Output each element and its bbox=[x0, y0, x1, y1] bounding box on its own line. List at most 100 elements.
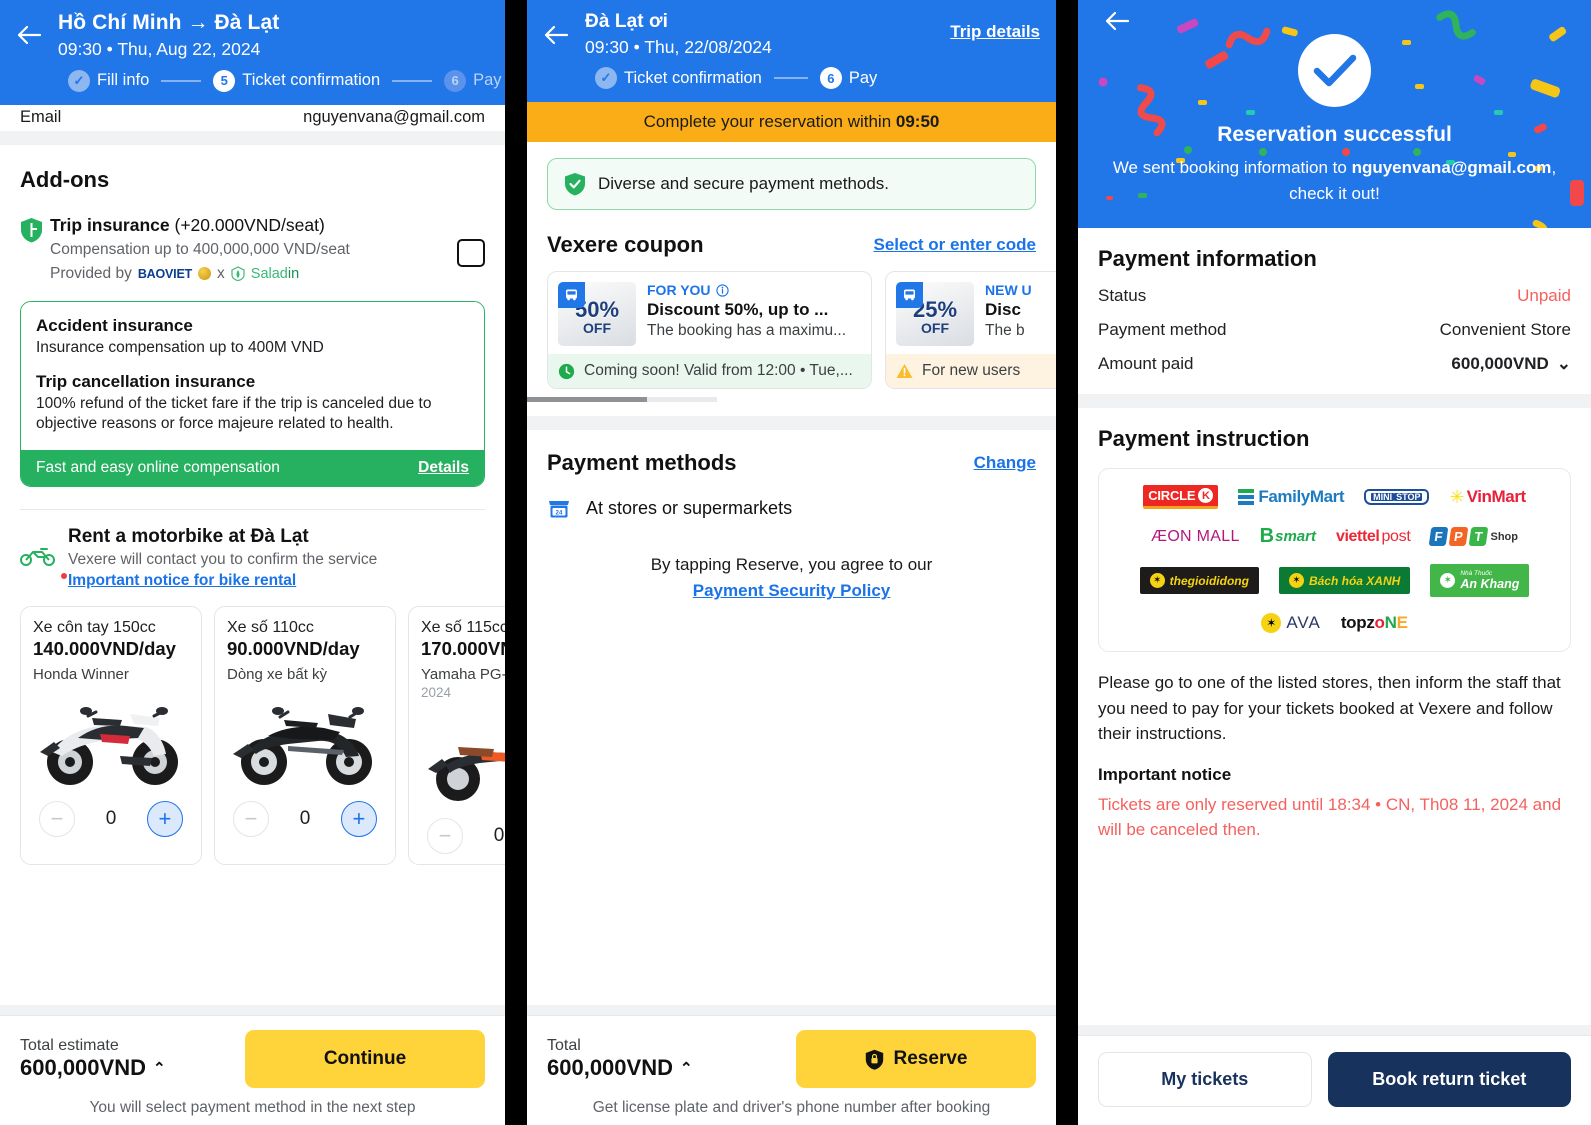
change-payment-method-link[interactable]: Change bbox=[974, 453, 1036, 473]
step-label: Ticket confirmation bbox=[242, 71, 381, 90]
an-khang-logo: ✶ Nhà Thuốc An Khang bbox=[1430, 564, 1530, 597]
back-button[interactable] bbox=[527, 10, 585, 46]
bike-quantity-stepper[interactable]: − 0 + bbox=[421, 818, 505, 855]
selected-payment-method[interactable]: 24 At stores or supermarkets bbox=[527, 496, 1056, 520]
back-button[interactable] bbox=[0, 10, 58, 46]
coupon-scrollbar[interactable] bbox=[527, 397, 717, 403]
page-title: Hồ Chí Minh → Đà Lạt bbox=[58, 11, 280, 34]
amount-paid-value[interactable]: 600,000VND ⌄ bbox=[1451, 354, 1571, 374]
reserve-button[interactable]: Reserve bbox=[796, 1030, 1036, 1088]
section-divider bbox=[0, 1005, 505, 1015]
coupon-scrollbar-thumb[interactable] bbox=[527, 397, 647, 403]
payment-step-note: You will select payment method in the ne… bbox=[89, 1099, 416, 1116]
select-or-enter-code-link[interactable]: Select or enter code bbox=[873, 235, 1036, 255]
trip-insurance-row[interactable]: Trip insurance (+20.000VND/seat) Compens… bbox=[0, 215, 505, 283]
chevron-down-icon: ⌄ bbox=[1556, 354, 1571, 373]
bike-rental-subtitle: Vexere will contact you to confirm the s… bbox=[68, 551, 378, 569]
amount-paid-row[interactable]: Amount paid 600,000VND ⌄ bbox=[1098, 354, 1571, 374]
bike-quantity-value: 0 bbox=[299, 808, 311, 830]
booking-note: Get license plate and driver's phone num… bbox=[592, 1099, 991, 1116]
bike-card[interactable]: Xe số 110cc 90.000VND/day Dòng xe bất kỳ bbox=[214, 606, 396, 866]
bike-card[interactable]: Xe số 115cc 170.000VND/day Yamaha PG-1 2… bbox=[408, 606, 505, 866]
progress-steps: ✓ Ticket confirmation 6 Pay bbox=[527, 67, 1056, 90]
bike-rental-notice-link[interactable]: Important notice for bike rental bbox=[61, 572, 296, 590]
step-pay[interactable]: 6 Pay bbox=[444, 69, 502, 92]
red-dot-icon bbox=[61, 573, 67, 580]
step-badge: 5 bbox=[213, 69, 236, 92]
panel-gap bbox=[1056, 0, 1078, 1125]
addons-section: Add-ons Trip insurance (+20.000VND/seat)… bbox=[0, 145, 505, 866]
total-value[interactable]: 600,000VND ⌃ bbox=[547, 1055, 693, 1081]
chevron-up-icon: ⌃ bbox=[152, 1060, 166, 1077]
coupon-carousel[interactable]: 50% OFF FOR YOU Discount 50%, up to ... … bbox=[527, 258, 1056, 390]
store-logos-card: CIRCLE K FamilyMart MINI STOP ✳ VinMart ÆON… bbox=[1098, 468, 1571, 652]
email-label: Email bbox=[20, 108, 62, 127]
accident-insurance-desc: Insurance compensation up to 400M VND bbox=[36, 338, 324, 356]
bike-quantity-stepper[interactable]: − 0 + bbox=[227, 801, 383, 838]
decrease-quantity-button[interactable]: − bbox=[233, 801, 269, 838]
continue-button[interactable]: Continue bbox=[245, 1030, 485, 1088]
bike-model: Dòng xe bất kỳ bbox=[227, 666, 328, 684]
trip-details-link[interactable]: Trip details bbox=[950, 22, 1040, 42]
bike-rental-header: Rent a motorbike at Đà Lạt Vexere will c… bbox=[0, 510, 505, 590]
book-return-ticket-button[interactable]: Book return ticket bbox=[1327, 1052, 1571, 1107]
insurance-details-link[interactable]: Details bbox=[418, 459, 469, 477]
my-tickets-button[interactable]: My tickets bbox=[1098, 1052, 1312, 1107]
aeon-mall-logo: ÆON MALL bbox=[1151, 527, 1240, 545]
reservation-deadline: 18:34 • CN, Th08 11, 2024 bbox=[1327, 794, 1528, 814]
store-logo-row: ✶ AVA topz o N E bbox=[1109, 613, 1560, 633]
email-value: nguyenvana@gmail.com bbox=[303, 108, 485, 127]
step-ticket-confirmation[interactable]: ✓ Ticket confirmation bbox=[595, 67, 762, 90]
warning-icon bbox=[896, 364, 913, 379]
coupon-footer-text: For new users bbox=[922, 362, 1021, 380]
step-pay[interactable]: 6 Pay bbox=[819, 67, 878, 90]
increase-quantity-button[interactable]: + bbox=[340, 801, 377, 838]
success-banner: Reservation successful We sent booking i… bbox=[1078, 0, 1591, 228]
coupon-card[interactable]: 25% OFF NEW U Disc The b For new users bbox=[885, 271, 1056, 390]
total-estimate-value[interactable]: 600,000VND ⌃ bbox=[20, 1055, 166, 1081]
chevron-up-icon: ⌃ bbox=[679, 1060, 693, 1077]
agreement-text: By tapping Reserve, you agree to our Pay… bbox=[527, 552, 1056, 605]
trip-insurance-title: Trip insurance (+20.000VND/seat) bbox=[50, 214, 325, 235]
step-label: Pay bbox=[848, 68, 878, 87]
arrow-left-icon bbox=[17, 25, 42, 45]
baoviet-mark-icon bbox=[198, 267, 212, 281]
agreement-sentence: By tapping Reserve, you agree to our bbox=[650, 555, 933, 575]
store-24h-icon: 24 bbox=[549, 501, 569, 518]
motorbike-icon bbox=[20, 526, 68, 571]
panel2-bottom-bar: Total 600,000VND ⌃ Reserve Get license pl… bbox=[527, 1015, 1056, 1125]
panel-ticket-confirmation: Hồ Chí Minh → Đà Lạt 09:30 • Thu, Aug 22… bbox=[0, 0, 505, 1125]
viettel-post-logo: viettel post bbox=[1335, 527, 1411, 545]
step-label: Pay bbox=[473, 71, 502, 90]
reservation-timer-banner: Complete your reservation within 09:50 bbox=[527, 102, 1056, 143]
bike-card-list[interactable]: Xe côn tay 150cc 140.000VND/day Honda Wi… bbox=[0, 590, 505, 866]
coupon-title: Vexere coupon bbox=[547, 232, 704, 258]
coupon-footer: For new users bbox=[886, 354, 1056, 389]
payment-method-label: Payment method bbox=[1098, 320, 1227, 339]
circle-k-logo: CIRCLE K bbox=[1143, 485, 1219, 509]
check-circle-icon bbox=[1298, 34, 1371, 107]
store-logo-row: CIRCLE K FamilyMart MINI STOP ✳ VinMart bbox=[1109, 485, 1560, 509]
decrease-quantity-button[interactable]: − bbox=[39, 801, 75, 838]
increase-quantity-button[interactable]: + bbox=[146, 801, 183, 838]
bike-card[interactable]: Xe côn tay 150cc 140.000VND/day Honda Wi… bbox=[20, 606, 202, 866]
bike-model: Yamaha PG-1 bbox=[421, 666, 505, 684]
coupon-footer: Coming soon! Valid from 12:00 • Tue,... bbox=[548, 354, 871, 389]
payment-security-policy-link[interactable]: Payment Security Policy bbox=[527, 578, 1056, 604]
step-fill-info[interactable]: ✓ Fill info bbox=[68, 69, 149, 92]
coupon-card[interactable]: 50% OFF FOR YOU Discount 50%, up to ... … bbox=[547, 271, 872, 390]
step-ticket-confirmation[interactable]: 5 Ticket confirmation bbox=[213, 69, 381, 92]
important-notice-text: Tickets are only reserved until 18:34 • … bbox=[1098, 794, 1562, 840]
saladin-logo: Saladin bbox=[250, 265, 300, 282]
step-divider bbox=[392, 79, 433, 82]
motorbike-white-photo bbox=[33, 685, 189, 795]
trip-insurance-checkbox[interactable] bbox=[457, 238, 485, 267]
progress-steps: ✓ Fill info 5 Ticket confirmation 6 Pay bbox=[0, 69, 505, 92]
familymart-logo: FamilyMart bbox=[1238, 487, 1345, 507]
payment-methods-title: Payment methods bbox=[547, 450, 737, 476]
bike-quantity-stepper[interactable]: − 0 + bbox=[33, 801, 189, 838]
decrease-quantity-button[interactable]: − bbox=[427, 818, 463, 855]
payment-methods-header: Payment methods Change bbox=[527, 450, 1056, 476]
info-icon[interactable] bbox=[715, 283, 729, 297]
bike-price: 140.000VND/day bbox=[33, 638, 176, 660]
